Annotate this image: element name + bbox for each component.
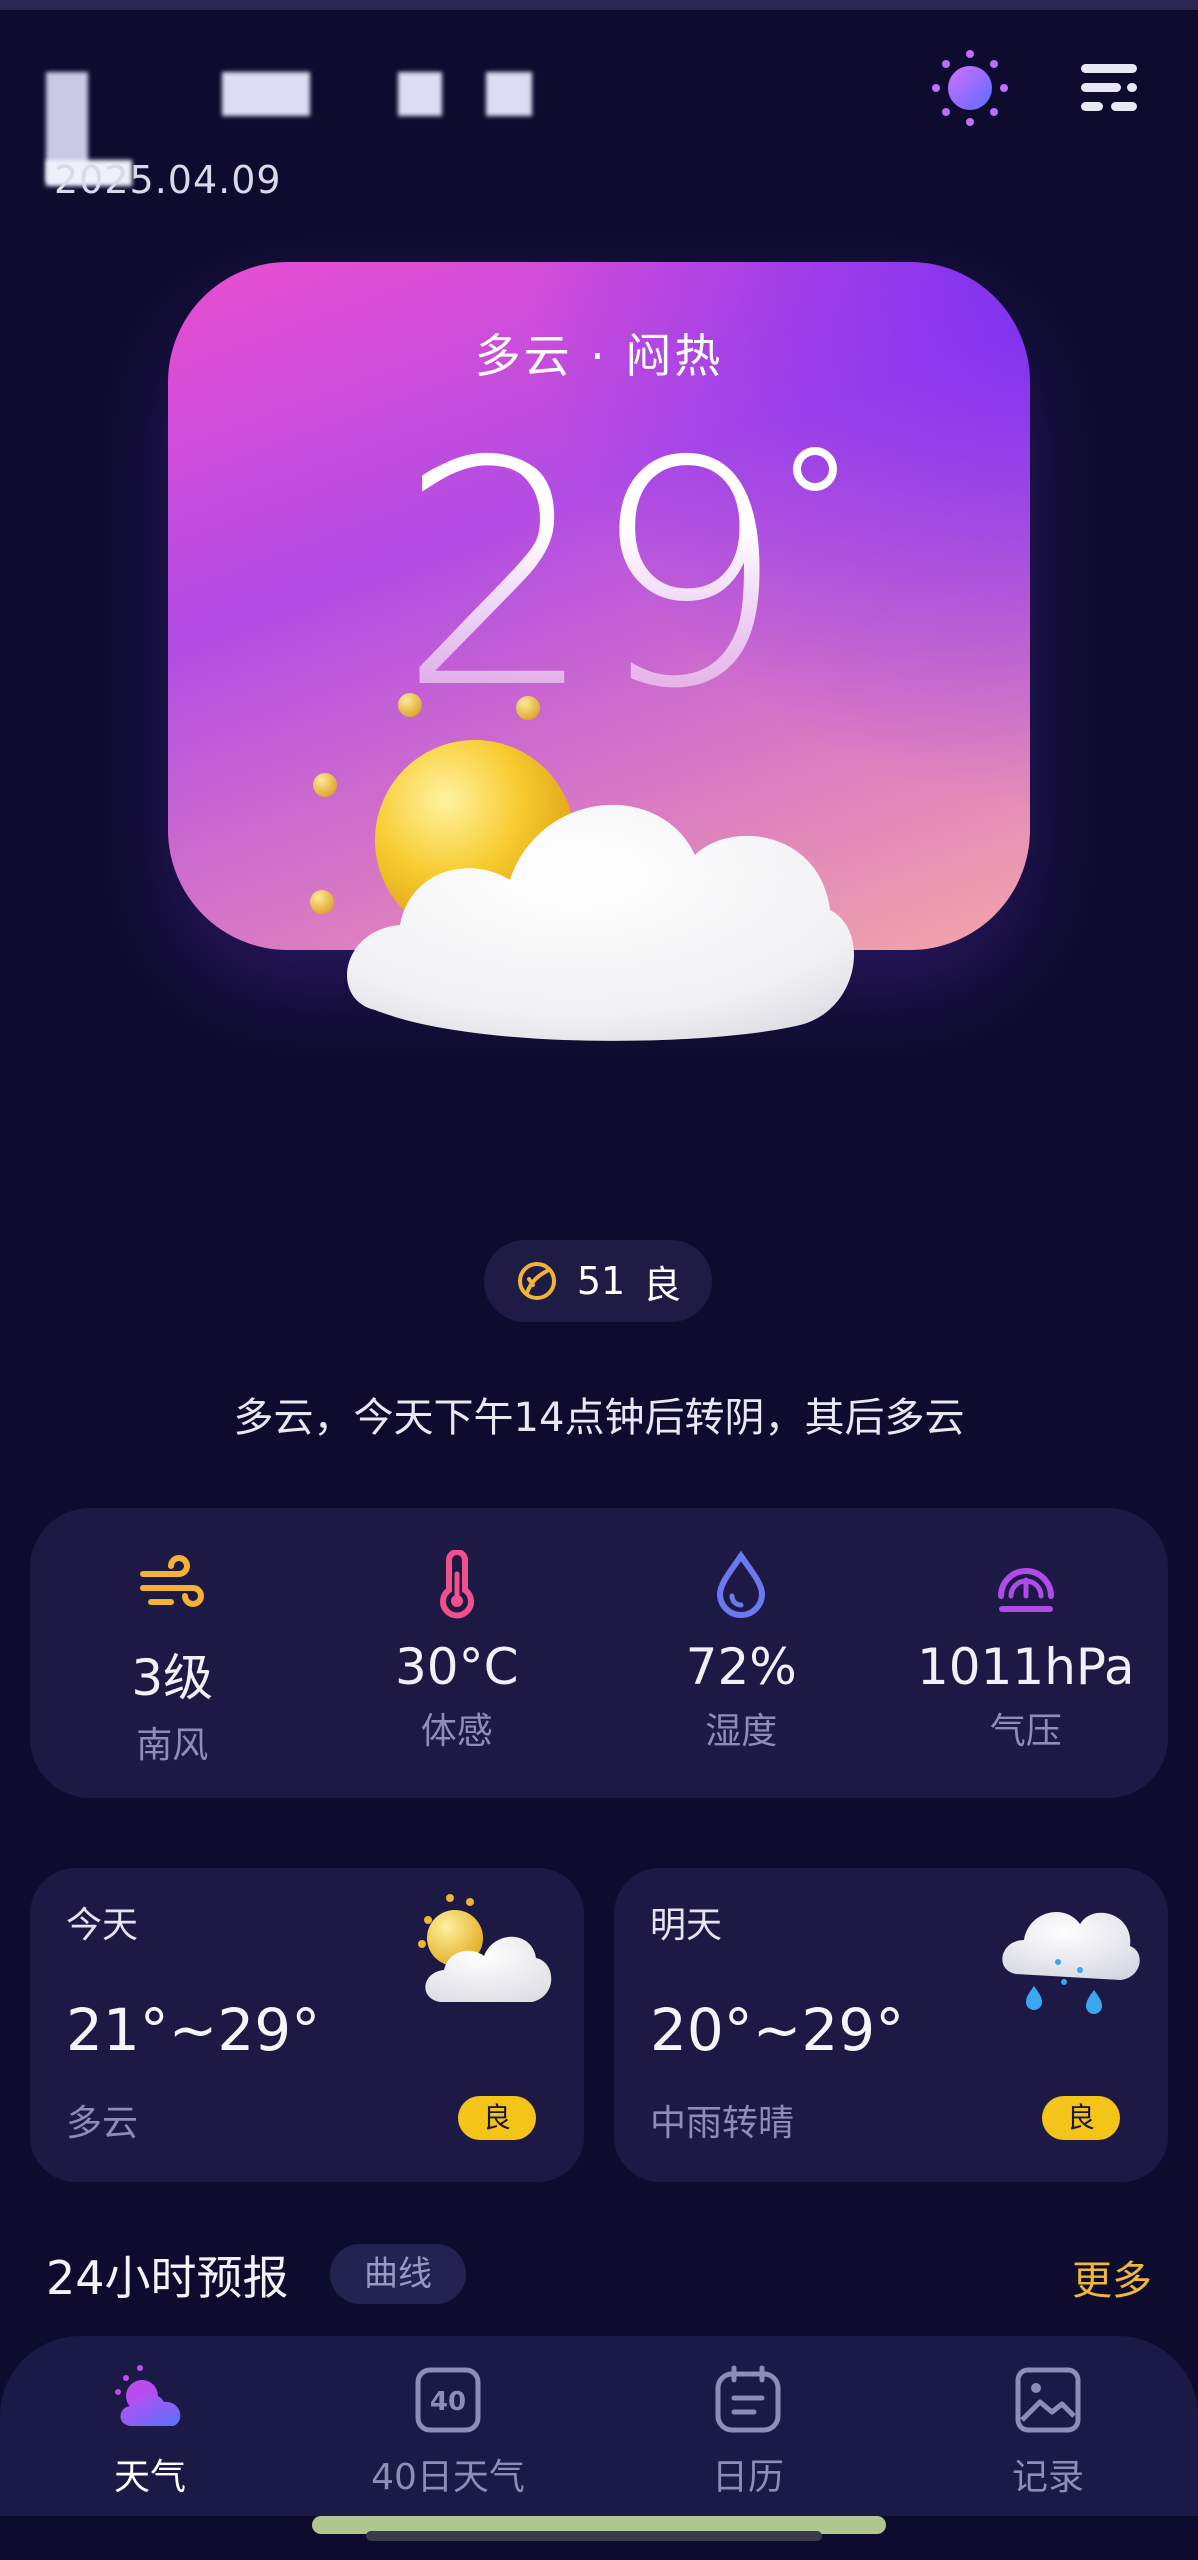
today-title: 今天 <box>66 1905 139 1946</box>
metric-humidity[interactable]: 72% 湿度 <box>599 1508 884 1798</box>
home-indicator[interactable] <box>366 2531 822 2541</box>
today-condition: 多云 <box>66 2103 139 2144</box>
nav-label-records: 记录 <box>1011 2457 1084 2498</box>
pressure-label: 气压 <box>989 1711 1062 1752</box>
today-aqi-badge: 良 <box>458 2096 536 2140</box>
gallery-icon <box>1015 2367 1081 2433</box>
aqi-level: 良 <box>643 1262 682 1307</box>
calendar-icon <box>715 2365 781 2433</box>
tomorrow-condition: 中雨转晴 <box>650 2103 795 2144</box>
status-bar-line <box>0 0 1198 10</box>
partly-cloudy-illustration <box>310 693 854 1041</box>
current-date: 2025.04.09 <box>54 158 282 202</box>
theme-toggle-button[interactable] <box>930 48 1010 128</box>
leaf-icon <box>517 1262 556 1300</box>
weather-metrics-card: 3级 南风 30°C 体感 72% 湿度 1011hPa 气压 <box>30 1508 1168 1798</box>
aqi-value: 51 <box>576 1259 626 1303</box>
forecast-24h-title: 24小时预报 <box>46 2251 289 2305</box>
partly-cloudy-icon <box>418 1894 552 2002</box>
wind-icon <box>140 1555 205 1607</box>
nav-tab-records[interactable]: 记录 <box>948 2360 1148 2500</box>
menu-button[interactable] <box>1075 58 1145 118</box>
today-temp-range: 21°~29° <box>66 1996 321 2064</box>
curve-toggle-button[interactable]: 曲线 <box>330 2244 466 2304</box>
forty-day-icon: 40 <box>415 2367 481 2433</box>
tomorrow-title: 明天 <box>650 1905 723 1946</box>
weather-icon <box>115 2365 181 2426</box>
more-link[interactable]: 更多 <box>1072 2248 1152 2306</box>
gauge-icon <box>997 1568 1054 1612</box>
aqi-badge[interactable]: 51 良 <box>484 1240 712 1322</box>
humidity-label: 湿度 <box>705 1711 778 1752</box>
metric-wind[interactable]: 3级 南风 <box>30 1508 315 1798</box>
nav-tab-40day[interactable]: 40 40日天气 <box>348 2360 548 2500</box>
humidity-value: 72% <box>685 1638 797 1696</box>
feels-like-label: 体感 <box>420 1711 493 1752</box>
weather-summary: 多云，今天下午14点钟后转阴，其后多云 <box>233 1395 965 1441</box>
today-forecast-card[interactable]: 今天 21°~29° 多云 良 <box>30 1868 584 2182</box>
feels-like-temp: 30°C <box>394 1638 519 1696</box>
rain-cloud-icon <box>1002 1912 1140 2014</box>
nav-label-calendar: 日历 <box>711 2457 784 2498</box>
water-drop-icon <box>717 1550 766 1618</box>
nav-tab-weather[interactable]: 天气 <box>50 2360 250 2500</box>
wind-level: 3级 <box>131 1649 214 1707</box>
weather-condition: 多云 · 闷热 <box>474 329 724 383</box>
tomorrow-aqi-badge: 良 <box>1042 2096 1120 2140</box>
metric-pressure[interactable]: 1011hPa 气压 <box>884 1508 1169 1798</box>
metric-feels-like[interactable]: 30°C 体感 <box>315 1508 600 1798</box>
pressure-value: 1011hPa <box>917 1638 1135 1696</box>
nav-tab-calendar[interactable]: 日历 <box>648 2360 848 2500</box>
nav-label-40day: 40日天气 <box>371 2457 525 2498</box>
nav-label-weather: 天气 <box>113 2457 186 2498</box>
sun-theme-icon <box>932 50 1008 126</box>
menu-icon <box>1081 64 1137 111</box>
wind-direction: 南风 <box>136 1725 209 1766</box>
svg-text:40: 40 <box>430 2387 466 2417</box>
thermometer-icon <box>439 1550 474 1619</box>
tomorrow-forecast-card[interactable]: 明天 20°~29° 中雨转晴 良 <box>614 1868 1168 2182</box>
degree-symbol <box>793 447 837 491</box>
tomorrow-temp-range: 20°~29° <box>650 1996 905 2064</box>
